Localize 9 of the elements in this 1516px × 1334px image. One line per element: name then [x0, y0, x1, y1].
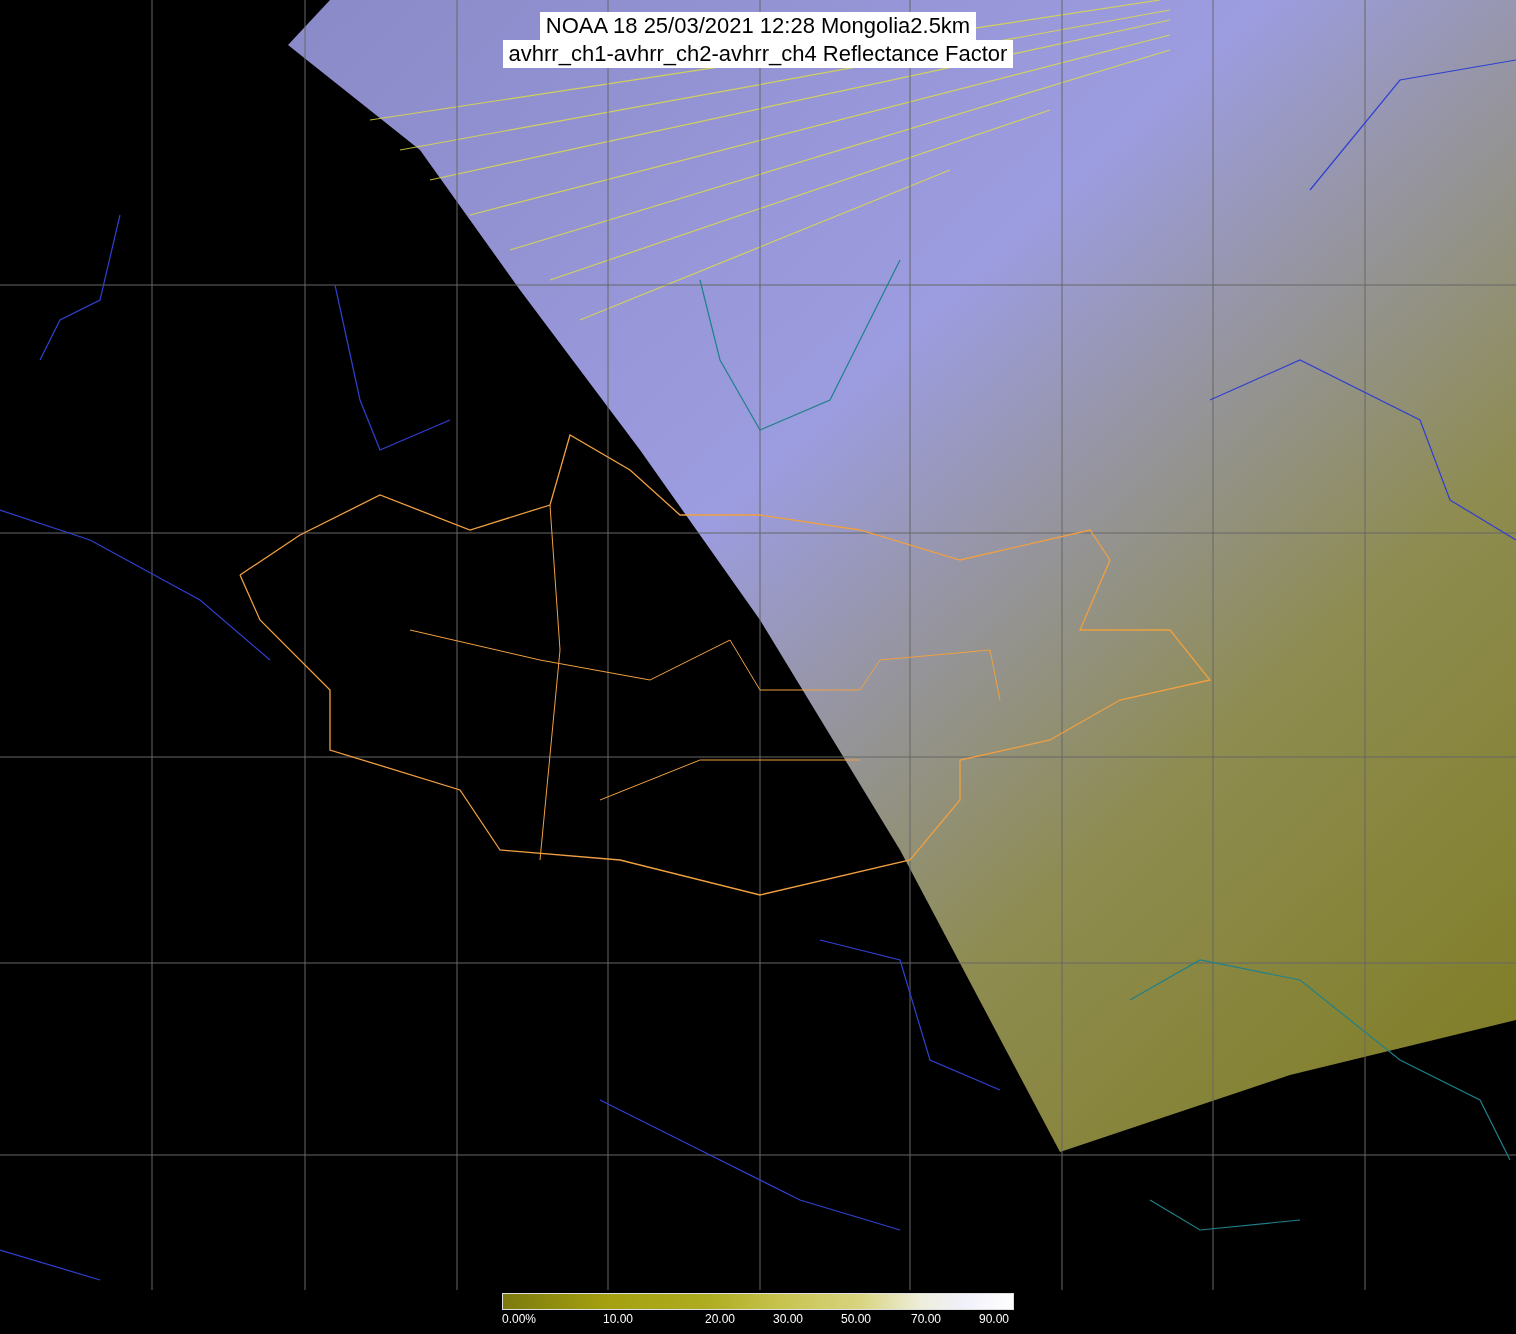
- scale-label: 70.00: [911, 1312, 942, 1326]
- scale-label: 50.00: [841, 1312, 872, 1326]
- map-title: NOAA 18 25/03/2021 12:28 Mongolia2.5km: [539, 12, 977, 40]
- scale-label: 90.00: [979, 1312, 1010, 1326]
- scale-label: 30.00: [773, 1312, 804, 1326]
- map-title: avhrr_ch1-avhrr_ch2-avhrr_ch4 Reflectance Factor: [502, 40, 1014, 68]
- scale-label: 0.00%: [502, 1312, 537, 1326]
- scale-label: 10.00: [603, 1312, 634, 1326]
- scale-label: 20.00: [705, 1312, 736, 1326]
